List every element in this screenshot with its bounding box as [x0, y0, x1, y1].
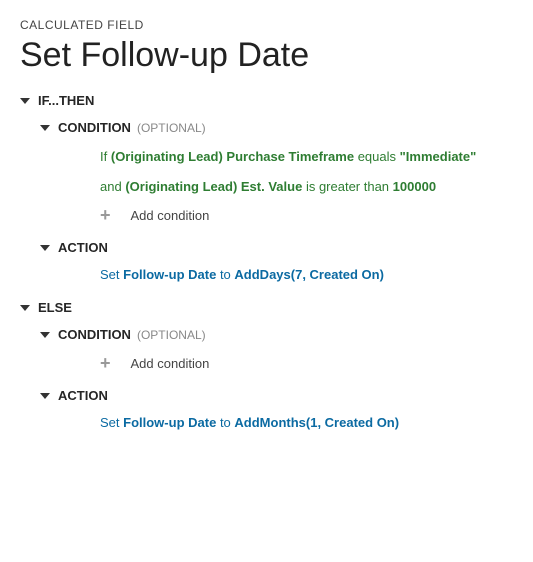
condition-prefix: If [100, 149, 107, 164]
action-to: to [220, 267, 231, 282]
action-to: to [220, 415, 231, 430]
else-section: ELSE CONDITION (OPTIONAL) + Add conditio… [20, 300, 513, 430]
condition-section: CONDITION (OPTIONAL) + Add condition [40, 327, 513, 372]
action-section: ACTION Set Follow-up Date to AddDays(7, … [40, 240, 513, 282]
action-section: ACTION Set Follow-up Date to AddMonths(1… [40, 388, 513, 430]
condition-field: (Originating Lead) Est. Value [125, 179, 302, 194]
action-verb: Set [100, 267, 120, 282]
if-then-section: IF...THEN CONDITION (OPTIONAL) If (Origi… [20, 93, 513, 282]
condition-value: 100000 [393, 179, 436, 194]
condition-field: (Originating Lead) Purchase Timeframe [111, 149, 354, 164]
action-row[interactable]: Set Follow-up Date to AddMonths(1, Creat… [100, 415, 513, 430]
condition-operator: is greater than [306, 179, 389, 194]
condition-operator: equals [358, 149, 396, 164]
action-function: AddMonths(1, Created On) [234, 415, 399, 430]
condition-label: CONDITION [58, 327, 131, 342]
condition-label: CONDITION [58, 120, 131, 135]
action-row[interactable]: Set Follow-up Date to AddDays(7, Created… [100, 267, 513, 282]
chevron-down-icon[interactable] [40, 393, 50, 399]
add-condition-label: Add condition [131, 356, 210, 371]
chevron-down-icon[interactable] [40, 125, 50, 131]
plus-icon: + [100, 206, 111, 224]
if-then-label: IF...THEN [38, 93, 94, 108]
chevron-down-icon[interactable] [20, 305, 30, 311]
page-title: Set Follow-up Date [20, 36, 513, 75]
optional-label: (OPTIONAL) [137, 328, 206, 342]
plus-icon: + [100, 354, 111, 372]
add-condition-button[interactable]: + Add condition [100, 206, 513, 224]
chevron-down-icon[interactable] [20, 98, 30, 104]
condition-row[interactable]: If (Originating Lead) Purchase Timeframe… [100, 147, 513, 167]
chevron-down-icon[interactable] [40, 245, 50, 251]
optional-label: (OPTIONAL) [137, 121, 206, 135]
action-label: ACTION [58, 388, 108, 403]
condition-section: CONDITION (OPTIONAL) If (Originating Lea… [40, 120, 513, 224]
action-function: AddDays(7, Created On) [234, 267, 384, 282]
condition-row[interactable]: and (Originating Lead) Est. Value is gre… [100, 177, 513, 197]
condition-value: "Immediate" [400, 149, 477, 164]
add-condition-button[interactable]: + Add condition [100, 354, 513, 372]
action-field: Follow-up Date [123, 415, 216, 430]
condition-prefix: and [100, 179, 122, 194]
breadcrumb: CALCULATED FIELD [20, 18, 513, 32]
action-field: Follow-up Date [123, 267, 216, 282]
chevron-down-icon[interactable] [40, 332, 50, 338]
action-verb: Set [100, 415, 120, 430]
add-condition-label: Add condition [131, 208, 210, 223]
else-label: ELSE [38, 300, 72, 315]
action-label: ACTION [58, 240, 108, 255]
